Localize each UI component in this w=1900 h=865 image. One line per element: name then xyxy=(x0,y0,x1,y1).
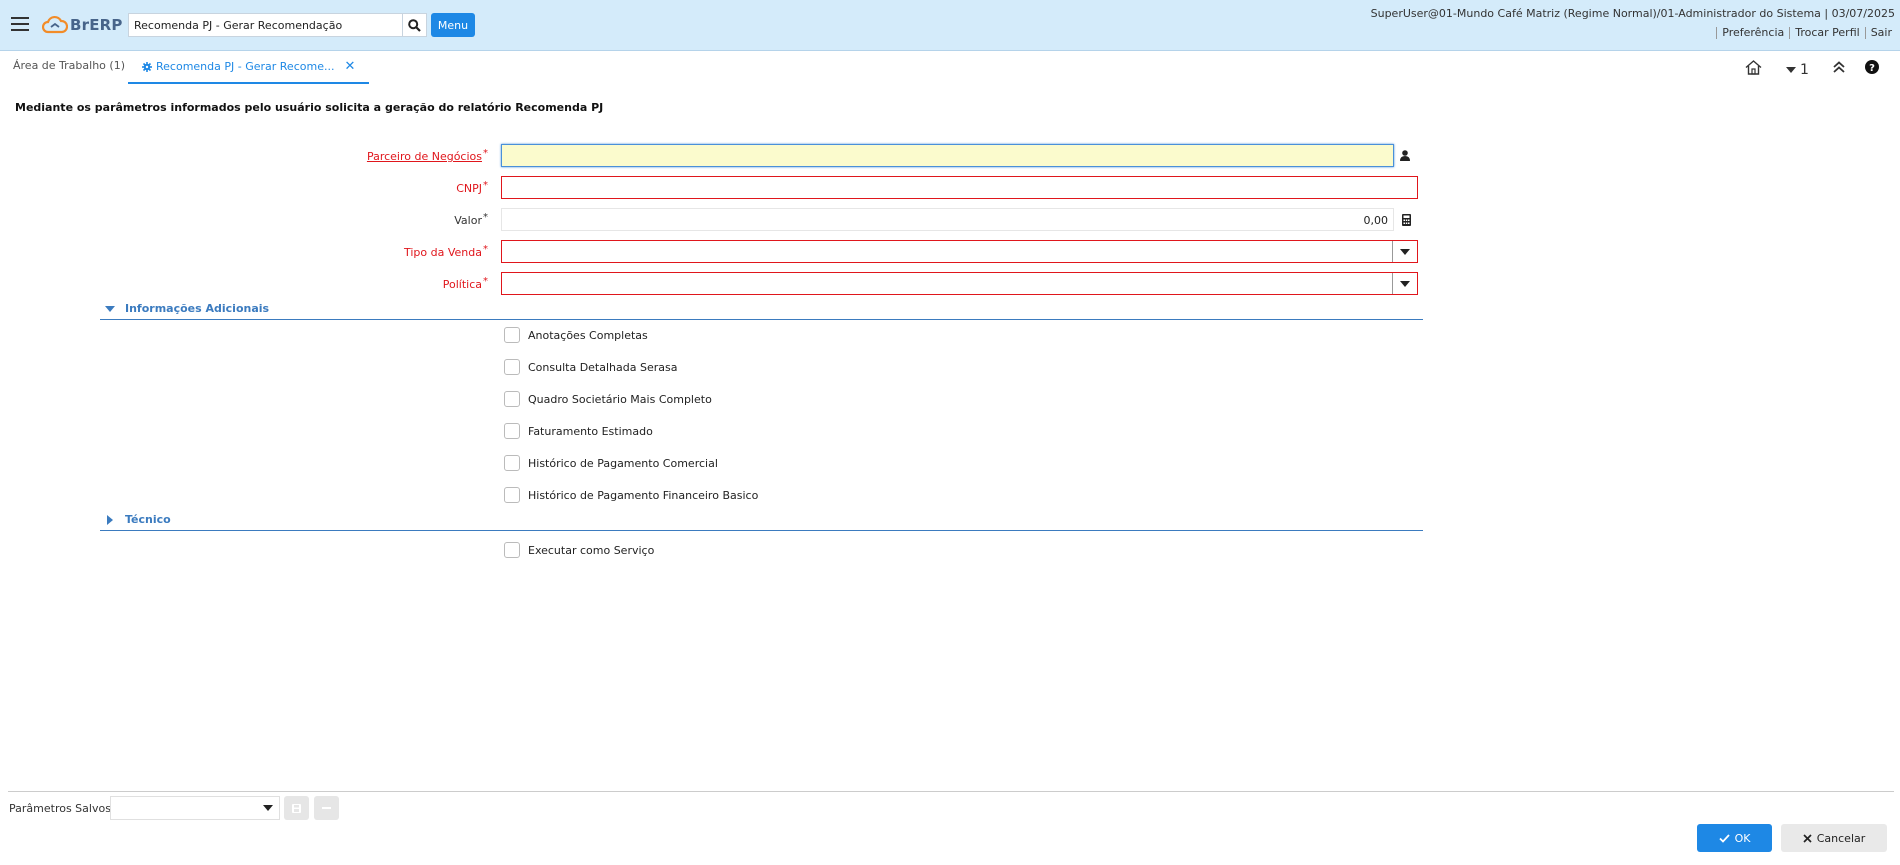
valor-label: Valor* xyxy=(454,212,488,227)
valor-field[interactable]: 0,00 xyxy=(501,208,1394,231)
process-description: Mediante os parâmetros informados pelo u… xyxy=(15,101,604,114)
cnpj-label: CNPJ* xyxy=(456,180,488,195)
section-additional-info-title[interactable]: Informações Adicionais xyxy=(125,302,269,315)
help-icon[interactable]: ? xyxy=(1865,60,1879,77)
checkbox-label: Anotações Completas xyxy=(528,328,648,342)
checkbox-label: Faturamento Estimado xyxy=(528,424,653,438)
caret-right-icon xyxy=(107,515,113,525)
cnpj-field[interactable] xyxy=(501,176,1418,199)
window-count: 1 xyxy=(1800,62,1809,78)
checkbox-serasa-detailed[interactable] xyxy=(504,359,520,375)
tab-label: Recomenda PJ - Gerar Recome... xyxy=(156,60,335,73)
menu-button[interactable]: Menu xyxy=(431,13,475,37)
checkbox-shareholders[interactable] xyxy=(504,391,520,407)
header-bar: BrERP Recomenda PJ - Gerar Recomendação … xyxy=(0,0,1900,51)
required-marker: * xyxy=(483,244,488,255)
logout-link[interactable]: Sair xyxy=(1864,27,1897,39)
logo-text: BrERP xyxy=(70,16,123,34)
checkbox-label: Quadro Societário Mais Completo xyxy=(528,392,712,406)
cloud-logo-icon xyxy=(42,15,68,34)
minus-icon xyxy=(322,806,331,809)
person-icon[interactable] xyxy=(1400,150,1410,164)
hamburger-icon[interactable] xyxy=(11,17,29,31)
required-marker: * xyxy=(483,212,488,223)
checkbox-row[interactable]: Consulta Detalhada Serasa xyxy=(504,359,677,375)
gear-icon xyxy=(142,61,152,72)
policy-dropdown-button[interactable] xyxy=(1392,273,1417,294)
home-icon[interactable] xyxy=(1745,60,1762,78)
sale-type-label-text: Tipo da Venda xyxy=(404,246,482,259)
section-technical-title[interactable]: Técnico xyxy=(125,513,171,526)
checkbox-row[interactable]: Executar como Serviço xyxy=(504,542,654,558)
search-button[interactable] xyxy=(403,13,427,37)
saved-params-select[interactable] xyxy=(110,796,280,820)
business-partner-label-text[interactable]: Parceiro de Negócios xyxy=(367,150,482,163)
caret-down-icon xyxy=(1400,280,1410,287)
search-input[interactable]: Recomenda PJ - Gerar Recomendação xyxy=(128,13,403,37)
saved-params-label: Parâmetros Salvos xyxy=(9,802,111,815)
checkbox-estimated-revenue[interactable] xyxy=(504,423,520,439)
caret-down-icon xyxy=(105,306,115,312)
required-marker: * xyxy=(483,180,488,191)
required-marker: * xyxy=(483,276,488,287)
business-partner-label: Parceiro de Negócios* xyxy=(367,148,488,163)
delete-params-button[interactable] xyxy=(314,796,339,820)
x-icon xyxy=(1803,833,1812,843)
close-icon[interactable]: ✕ xyxy=(344,59,355,74)
checkbox-label: Executar como Serviço xyxy=(528,543,655,557)
policy-label-text: Política xyxy=(442,278,482,291)
double-chevron-up-icon[interactable] xyxy=(1832,60,1846,77)
policy-label: Política* xyxy=(443,276,488,291)
valor-label-text: Valor xyxy=(454,214,482,227)
cancel-label: Cancelar xyxy=(1816,831,1866,845)
checkbox-commercial-payment-history[interactable] xyxy=(504,455,520,471)
section-additional-info[interactable]: Informações Adicionais xyxy=(100,301,1423,320)
save-icon xyxy=(292,803,301,813)
search-icon xyxy=(408,18,421,32)
checkbox-label: Histórico de Pagamento Comercial xyxy=(528,456,718,470)
tab-recomenda-pj[interactable]: Recomenda PJ - Gerar Recome... ✕ xyxy=(128,59,370,84)
sale-type-label: Tipo da Venda* xyxy=(404,244,488,259)
checkbox-row[interactable]: Faturamento Estimado xyxy=(504,423,653,439)
logo[interactable]: BrERP xyxy=(42,13,123,37)
change-role-link[interactable]: Trocar Perfil xyxy=(1789,27,1864,39)
valor-value: 0,00 xyxy=(1363,214,1389,227)
checkbox-row[interactable]: Histórico de Pagamento Financeiro Basico xyxy=(504,487,758,503)
checkbox-label: Histórico de Pagamento Financeiro Basico xyxy=(528,488,759,502)
ok-label: OK xyxy=(1734,831,1751,845)
policy-select[interactable] xyxy=(501,272,1418,295)
checkbox-full-notes[interactable] xyxy=(504,327,520,343)
save-params-button[interactable] xyxy=(284,796,309,820)
svg-text:?: ? xyxy=(1869,63,1875,74)
caret-down-icon[interactable] xyxy=(263,805,273,811)
checkbox-row[interactable]: Anotações Completas xyxy=(504,327,648,343)
footer-divider xyxy=(8,791,1894,792)
tab-workspace[interactable]: Área de Trabalho (1) xyxy=(13,59,125,72)
checkbox-financial-payment-history[interactable] xyxy=(504,487,520,503)
preference-link[interactable]: Preferência xyxy=(1716,27,1789,39)
user-info: SuperUser@01-Mundo Café Matriz (Regime N… xyxy=(1370,7,1895,20)
checkbox-run-as-service[interactable] xyxy=(504,542,520,558)
checkbox-label: Consulta Detalhada Serasa xyxy=(528,360,678,374)
caret-down-icon xyxy=(1400,248,1410,255)
section-technical[interactable]: Técnico xyxy=(100,512,1423,531)
header-links: Preferência Trocar Perfil Sair xyxy=(1716,27,1897,39)
cancel-button[interactable]: Cancelar xyxy=(1781,824,1887,852)
window-switcher[interactable]: 1 xyxy=(1786,62,1809,78)
ok-button[interactable]: OK xyxy=(1697,824,1772,852)
calculator-icon[interactable] xyxy=(1402,214,1411,229)
required-marker: * xyxy=(483,148,488,159)
sale-type-dropdown-button[interactable] xyxy=(1392,241,1417,262)
checkbox-row[interactable]: Quadro Societário Mais Completo xyxy=(504,391,712,407)
check-icon xyxy=(1718,833,1730,843)
business-partner-field[interactable] xyxy=(501,144,1394,167)
caret-down-icon xyxy=(1786,67,1796,73)
sale-type-select[interactable] xyxy=(501,240,1418,263)
cnpj-label-text: CNPJ xyxy=(456,182,482,195)
checkbox-row[interactable]: Histórico de Pagamento Comercial xyxy=(504,455,718,471)
